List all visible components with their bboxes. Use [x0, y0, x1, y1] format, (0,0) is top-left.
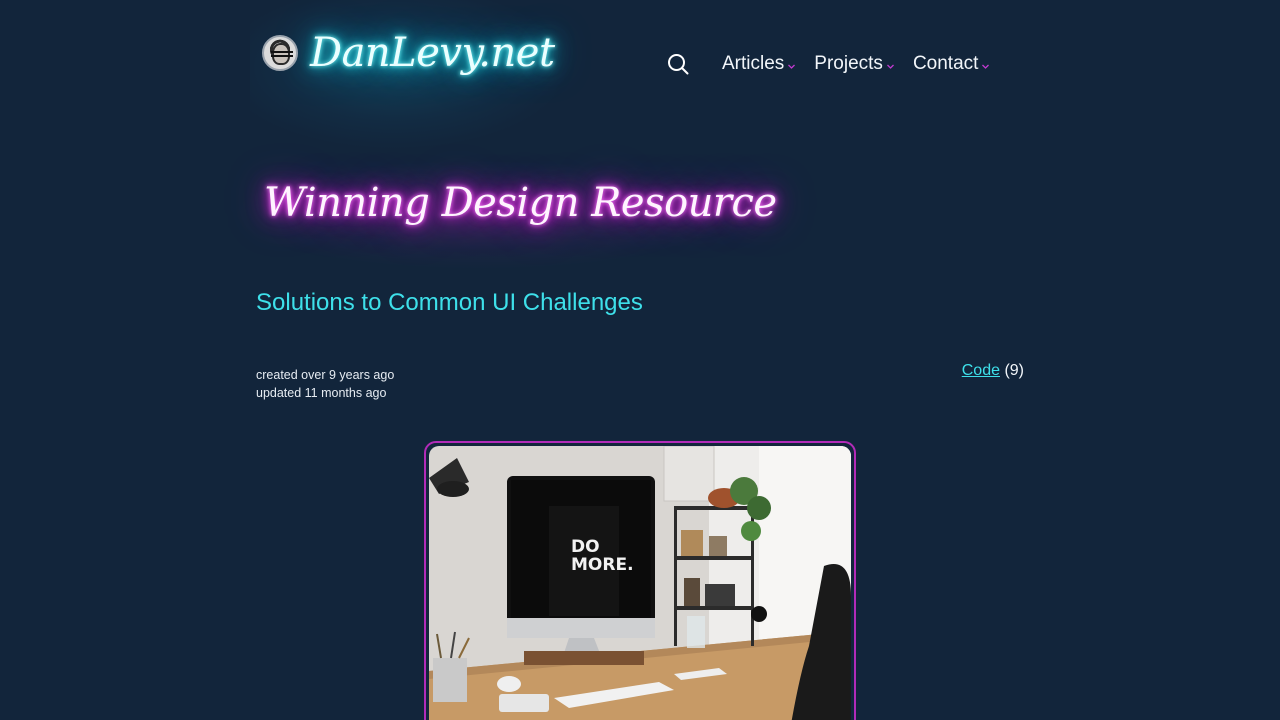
- page-title: Winning Design Resource: [264, 180, 777, 226]
- category-link[interactable]: Code: [962, 362, 1000, 379]
- hero-image: DO MORE.: [429, 446, 851, 720]
- page-subtitle: Solutions to Common UI Challenges: [256, 289, 643, 316]
- nav-label-contact: Contact: [912, 53, 979, 74]
- search-button[interactable]: [664, 50, 692, 78]
- chevron-down-icon: [788, 64, 796, 69]
- main-nav: Articles Projects Contact: [664, 50, 1008, 78]
- page: DanLevy.net Articles Projects Contact Wi…: [0, 0, 1280, 720]
- updated-date: updated 11 months ago: [256, 386, 387, 400]
- article-meta: created over 9 years ago updated 11 mont…: [256, 366, 394, 402]
- nav-label-projects: Projects: [814, 53, 883, 74]
- site-logo[interactable]: DanLevy.net: [262, 30, 555, 76]
- search-icon: [668, 54, 689, 75]
- logo-text[interactable]: DanLevy.net: [310, 30, 555, 76]
- nav-item-projects[interactable]: Projects: [814, 53, 895, 75]
- category-count: (9): [1004, 362, 1024, 379]
- category-tag: Code (9): [962, 362, 1024, 380]
- nav-item-contact[interactable]: Contact: [913, 53, 990, 75]
- svg-text:DO: DO: [571, 537, 600, 557]
- avatar-glasses: [271, 51, 293, 57]
- avatar: [262, 35, 298, 71]
- chevron-down-icon: [886, 64, 894, 69]
- nav-item-articles[interactable]: Articles: [722, 53, 796, 75]
- hero-image-frame: DO MORE.: [424, 441, 856, 720]
- svg-text:MORE.: MORE.: [571, 555, 634, 575]
- nav-label-articles: Articles: [722, 53, 785, 74]
- chevron-down-icon: [982, 64, 990, 69]
- created-date: created over 9 years ago: [256, 368, 395, 382]
